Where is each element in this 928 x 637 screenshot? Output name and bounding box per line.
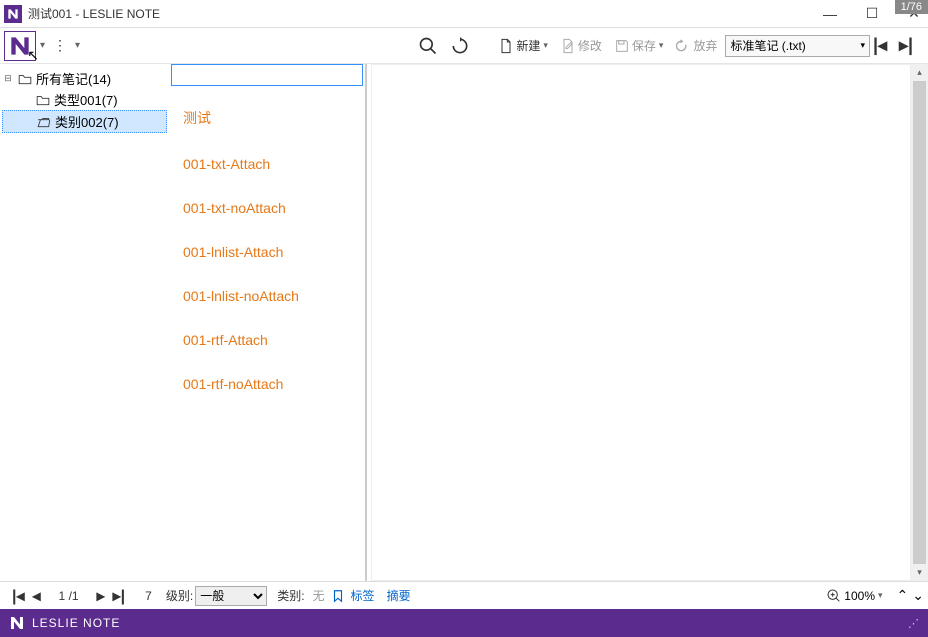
list-item[interactable]: 001-lnlist-noAttach <box>175 274 359 318</box>
resize-grip-icon[interactable]: ⋰ <box>908 617 920 630</box>
level-select[interactable]: 一般 <box>195 586 267 606</box>
folder-open-icon <box>36 115 52 129</box>
modify-label: 修改 <box>578 37 602 54</box>
collapse-up-button[interactable]: ⌃ <box>897 587 909 604</box>
zoom-in-icon[interactable] <box>826 588 842 604</box>
new-label: 新建 <box>516 37 540 54</box>
folder-icon <box>17 72 33 86</box>
logo-dropdown-icon[interactable]: ▾ <box>38 40 47 51</box>
item-count: 7 <box>133 589 164 603</box>
save-button[interactable]: 保存 ▾ <box>610 37 668 54</box>
page-first-button[interactable]: |◂ <box>12 586 25 606</box>
menu-dots-icon[interactable]: ⋮ <box>47 37 73 54</box>
scroll-down-icon[interactable]: ▾ <box>911 564 928 581</box>
list-item[interactable]: 测试 <box>175 94 359 142</box>
scroll-thumb[interactable] <box>913 81 926 564</box>
zoom-value: 100% <box>844 589 875 603</box>
nav-last-button[interactable]: ▸| <box>896 35 916 56</box>
tree-item-category002[interactable]: 类别002(7) <box>2 110 167 133</box>
tree-item-all-notes[interactable]: ⊟ 所有笔记(14) <box>2 68 167 89</box>
note-type-select[interactable] <box>726 35 856 57</box>
note-list: 测试 001-txt-Attach 001-txt-noAttach 001-l… <box>169 86 365 581</box>
tree-panel: ⊟ 所有笔记(14) 类型001(7) 类别002(7) <box>0 64 169 581</box>
page-last-button[interactable]: ▸| <box>113 586 126 606</box>
list-item[interactable]: 001-rtf-noAttach <box>175 362 359 406</box>
discard-button[interactable]: 放弃 <box>671 37 721 54</box>
search-button[interactable] <box>414 32 442 60</box>
new-button[interactable]: 新建 ▾ <box>494 37 552 54</box>
tree-item-type001[interactable]: 类型001(7) <box>2 89 167 110</box>
modify-button[interactable]: 修改 <box>556 37 606 54</box>
category-value: 无 <box>307 587 331 604</box>
zoom-control[interactable]: 100% ▾ <box>826 588 882 604</box>
window-title: 测试001 - LESLIE NOTE <box>28 5 160 22</box>
footer-brand: LESLIE NOTE <box>32 616 120 630</box>
maximize-button[interactable]: ☐ <box>862 5 882 22</box>
discard-label: 放弃 <box>693 37 717 54</box>
folder-icon <box>35 93 51 107</box>
save-label: 保存 <box>632 37 656 54</box>
footer-logo-icon <box>8 614 26 632</box>
frame-counter: 1/76 <box>895 0 928 14</box>
tree-label: 类型001(7) <box>54 90 118 109</box>
list-item[interactable]: 001-txt-noAttach <box>175 186 359 230</box>
tree-label: 所有笔记(14) <box>36 69 111 88</box>
tree-collapse-icon[interactable]: ⊟ <box>2 73 14 84</box>
summary-link[interactable]: 摘要 <box>381 587 417 604</box>
tree-label: 类别002(7) <box>55 112 119 131</box>
main-area: ⊟ 所有笔记(14) 类型001(7) 类别002(7) 测试 001-txt-… <box>0 64 928 581</box>
dots-dropdown-icon[interactable]: ▾ <box>73 40 82 51</box>
page-indicator: 1 /1 <box>49 589 89 603</box>
list-item[interactable]: 001-lnlist-Attach <box>175 230 359 274</box>
editor-scrollbar[interactable]: ▴ ▾ <box>911 64 928 581</box>
page-next-button[interactable]: ▸ <box>97 586 105 606</box>
tag-link[interactable]: 标签 <box>345 587 381 604</box>
app-icon <box>4 5 22 23</box>
level-label: 级别: <box>164 587 195 604</box>
nav-first-button[interactable]: |◂ <box>870 35 890 56</box>
list-search-input[interactable] <box>171 64 363 86</box>
list-item[interactable]: 001-txt-Attach <box>175 142 359 186</box>
bookmark-icon[interactable] <box>331 589 345 603</box>
zoom-dropdown-icon[interactable]: ▾ <box>878 590 883 601</box>
scroll-up-icon[interactable]: ▴ <box>911 64 928 81</box>
footer-bar: LESLIE NOTE ⋰ <box>0 609 928 637</box>
collapse-down-button[interactable]: ⌄ <box>912 587 924 604</box>
category-label: 类别: <box>275 587 306 604</box>
minimize-button[interactable]: — <box>820 6 840 22</box>
page-prev-button[interactable]: ◂ <box>33 586 41 606</box>
status-bar: |◂ ◂ 1 /1 ▸ ▸| 7 级别: 一般 类别: 无 标签 摘要 100%… <box>0 581 928 609</box>
app-logo[interactable]: ↖ <box>4 31 36 61</box>
title-bar: 测试001 - LESLIE NOTE — ☐ ✕ 1/76 <box>0 0 928 28</box>
list-item[interactable]: 001-rtf-Attach <box>175 318 359 362</box>
editor-panel: ▴ ▾ <box>367 64 928 581</box>
editor-area[interactable] <box>371 64 911 581</box>
note-list-panel: 测试 001-txt-Attach 001-txt-noAttach 001-l… <box>169 64 367 581</box>
scroll-track[interactable] <box>911 81 928 564</box>
main-toolbar: ↖ ▾ ⋮ ▾ 新建 ▾ 修改 保存 ▾ 放弃 <box>0 28 928 64</box>
refresh-button[interactable] <box>446 32 474 60</box>
new-dropdown-icon[interactable]: ▾ <box>543 40 548 51</box>
save-dropdown-icon[interactable]: ▾ <box>659 40 664 51</box>
type-select-dropdown-icon[interactable]: ▾ <box>856 40 869 51</box>
